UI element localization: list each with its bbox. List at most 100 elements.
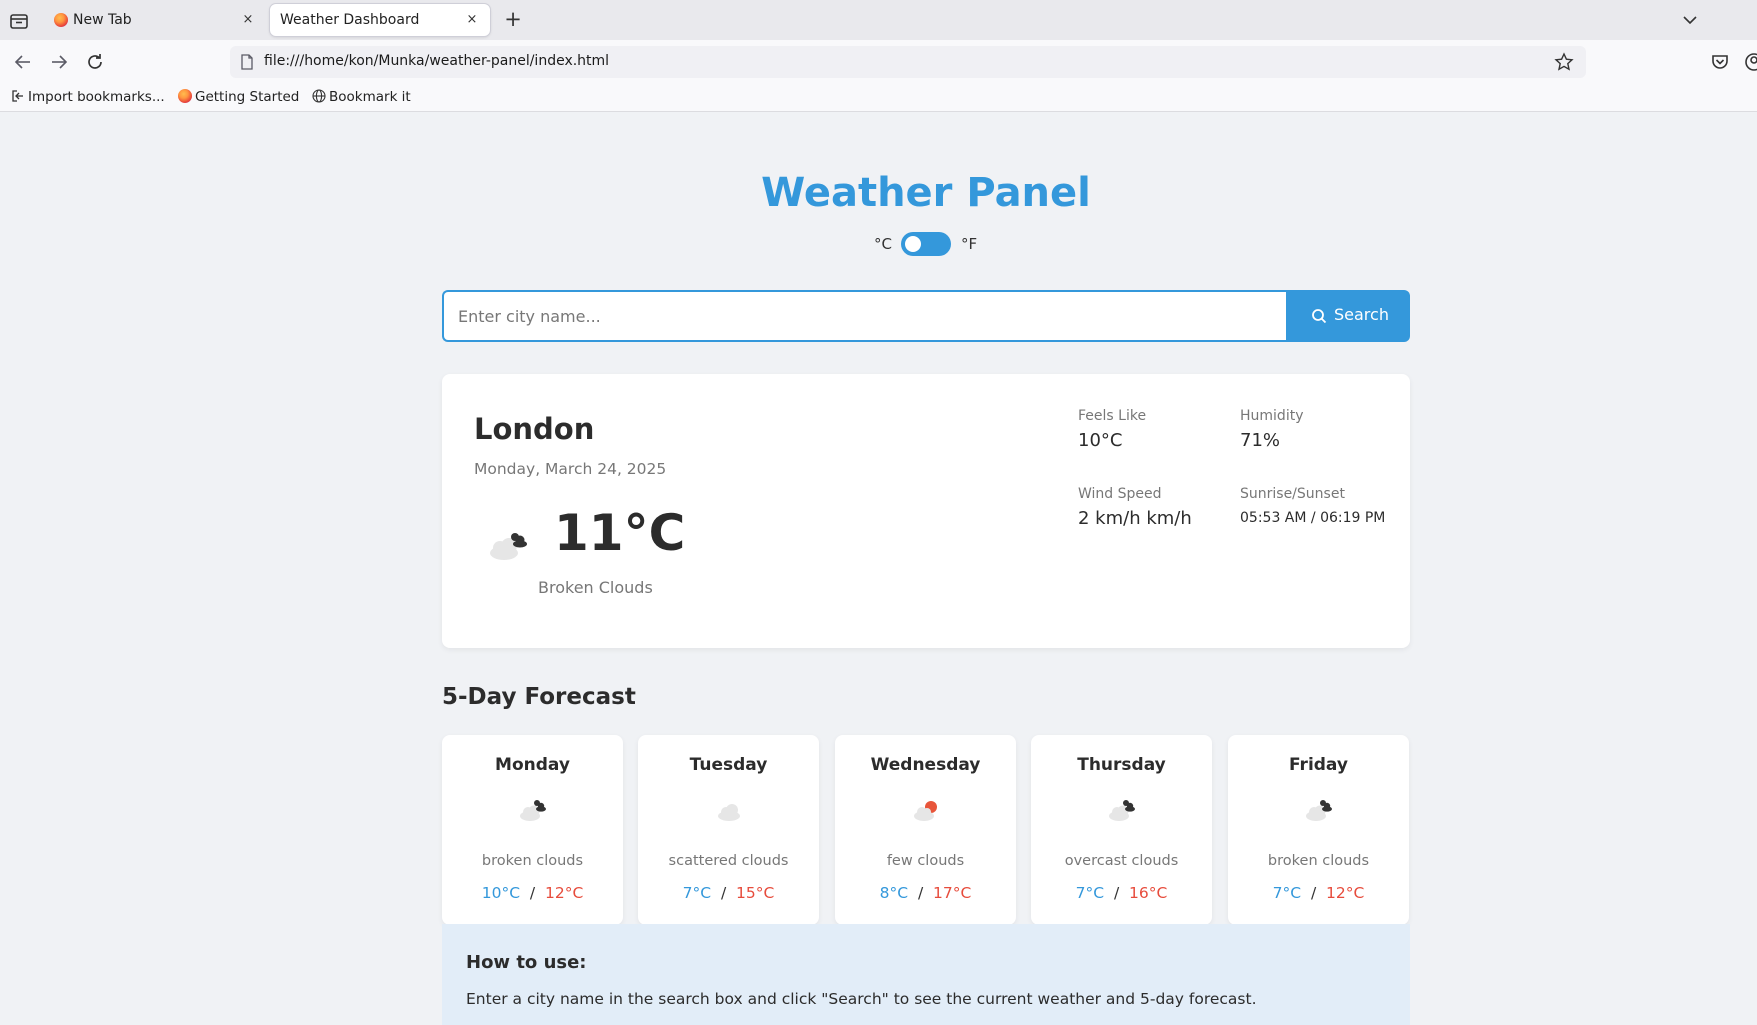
forecast-temps: 8°C / 17°C — [835, 884, 1016, 902]
city-name: London — [474, 412, 595, 446]
switch-knob — [905, 236, 921, 252]
forecast-card-thursday: Thursday overcast clouds 7°C / 16°C — [1031, 735, 1212, 925]
few-clouds-icon — [914, 801, 937, 821]
broken-clouds-icon — [490, 533, 527, 560]
temp-separator: / — [529, 884, 536, 902]
temp-separator: / — [1113, 884, 1120, 902]
page-icon — [241, 54, 253, 70]
temp-low: 7°C — [682, 884, 712, 902]
detail-label: Sunrise/Sunset — [1240, 486, 1345, 502]
detail-label: Wind Speed — [1078, 486, 1162, 502]
forecast-day: Tuesday — [689, 755, 768, 775]
firefox-icon — [54, 13, 68, 27]
detail-value: 10°C — [1078, 430, 1123, 451]
address-bar[interactable]: file:///home/kon/Munka/weather-panel/ind… — [230, 46, 1586, 78]
forecast-title: 5-Day Forecast — [442, 684, 636, 710]
search-button[interactable]: Search — [1286, 290, 1410, 342]
firefox-icon — [178, 89, 192, 103]
page-title: Weather Panel — [761, 170, 1091, 216]
forecast-day: Monday — [495, 755, 570, 775]
humidity-detail: Humidity 71% — [1240, 408, 1303, 451]
temp-separator: / — [917, 884, 924, 902]
how-to-text: Enter a city name in the search box and … — [466, 990, 1257, 1008]
wind-speed-detail: Wind Speed 2 km/h km/h — [1078, 486, 1192, 529]
pocket-icon[interactable] — [1710, 52, 1730, 72]
weather-description: Broken Clouds — [538, 578, 653, 597]
account-icon[interactable] — [1744, 52, 1757, 72]
chevron-down-icon[interactable] — [1680, 10, 1700, 30]
tab-weather-dashboard[interactable]: Weather Dashboard × — [270, 4, 490, 36]
globe-icon — [312, 89, 326, 103]
temp-high: 15°C — [736, 884, 775, 902]
temp-high: 12°C — [1326, 884, 1365, 902]
detail-value: 05:53 AM / 06:19 PM — [1240, 510, 1386, 526]
current-date: Monday, March 24, 2025 — [474, 460, 667, 478]
unit-switch[interactable] — [901, 232, 951, 256]
forecast-temps: 7°C / 15°C — [638, 884, 819, 902]
navigation-bar: file:///home/kon/Munka/weather-panel/ind… — [0, 40, 1757, 84]
forecast-day: Wednesday — [870, 755, 981, 775]
tab-label: New Tab — [73, 12, 132, 28]
how-to-title: How to use: — [466, 952, 587, 973]
search-bar: Search — [442, 290, 1410, 342]
bookmark-it[interactable]: Bookmark it — [312, 89, 411, 105]
import-icon — [12, 90, 23, 102]
bookmark-label: Bookmark it — [329, 89, 411, 105]
bookmark-getting-started[interactable]: Getting Started — [178, 89, 299, 105]
forecast-description: overcast clouds — [1064, 853, 1179, 869]
bookmark-star-icon[interactable] — [1554, 52, 1574, 72]
temp-low: 7°C — [1075, 884, 1105, 902]
forecast-day: Thursday — [1077, 755, 1166, 775]
detail-label: Humidity — [1240, 408, 1304, 424]
forecast-description: scattered clouds — [668, 853, 789, 869]
detail-value: 71% — [1240, 430, 1281, 451]
forecast-day: Friday — [1289, 755, 1348, 775]
new-tab-button[interactable]: + — [502, 9, 524, 31]
unit-fahrenheit-label: °F — [961, 235, 978, 253]
forecast-card-wednesday: Wednesday few clouds 8°C / 17°C — [835, 735, 1016, 925]
forecast-description: broken clouds — [481, 853, 584, 869]
broken-clouds-icon — [520, 800, 546, 821]
forecast-card-monday: Monday broken clouds 10°C / 12°C — [442, 735, 623, 925]
page-content: Weather Panel °C °F Search London Monday… — [0, 112, 1757, 1025]
tab-list-icon[interactable] — [8, 10, 30, 32]
temp-low: 7°C — [1272, 884, 1302, 902]
broken-clouds-icon — [1306, 800, 1332, 821]
forecast-description: few clouds — [886, 853, 965, 869]
back-arrow-icon[interactable] — [12, 51, 34, 73]
close-tab-icon[interactable]: × — [463, 11, 481, 29]
current-weather-card: London Monday, March 24, 2025 11°C Broke… — [442, 374, 1410, 648]
close-tab-icon[interactable]: × — [239, 11, 257, 29]
overcast-clouds-icon — [1109, 800, 1135, 821]
bookmarks-toolbar: Import bookmarks... Getting Started Book… — [0, 84, 1757, 112]
forecast-temps: 7°C / 16°C — [1031, 884, 1212, 902]
search-input[interactable] — [442, 290, 1286, 342]
tab-bar: New Tab × Weather Dashboard × + — [0, 0, 1757, 40]
temp-high: 12°C — [544, 884, 584, 902]
forward-arrow-icon[interactable] — [48, 51, 70, 73]
forecast-temps: 7°C / 12°C — [1228, 884, 1409, 902]
forecast-description: broken clouds — [1267, 853, 1370, 869]
forecast-card-friday: Friday broken clouds 7°C / 12°C — [1228, 735, 1409, 925]
temp-low: 8°C — [879, 884, 909, 902]
bookmark-label: Getting Started — [195, 89, 300, 105]
bookmark-label: Import bookmarks... — [28, 89, 165, 105]
detail-label: Feels Like — [1078, 408, 1147, 424]
temp-separator: / — [720, 884, 727, 902]
temp-high: 17°C — [933, 884, 972, 902]
temp-low: 10°C — [481, 884, 521, 902]
tab-new-tab[interactable]: New Tab × — [44, 4, 266, 36]
search-icon — [1312, 309, 1327, 324]
url-text[interactable]: file:///home/kon/Munka/weather-panel/ind… — [264, 53, 609, 69]
reload-icon[interactable] — [84, 51, 106, 73]
temp-separator: / — [1310, 884, 1317, 902]
feels-like-detail: Feels Like 10°C — [1078, 408, 1146, 451]
sunrise-sunset-detail: Sunrise/Sunset 05:53 AM / 06:19 PM — [1240, 486, 1385, 526]
bookmark-import[interactable]: Import bookmarks... — [11, 89, 165, 105]
tab-label: Weather Dashboard — [280, 12, 420, 28]
forecast-temps: 10°C / 12°C — [442, 884, 623, 902]
current-temperature: 11°C — [554, 504, 686, 562]
temp-high: 16°C — [1129, 884, 1168, 902]
scattered-clouds-icon — [718, 804, 740, 821]
detail-value: 2 km/h km/h — [1078, 508, 1192, 529]
